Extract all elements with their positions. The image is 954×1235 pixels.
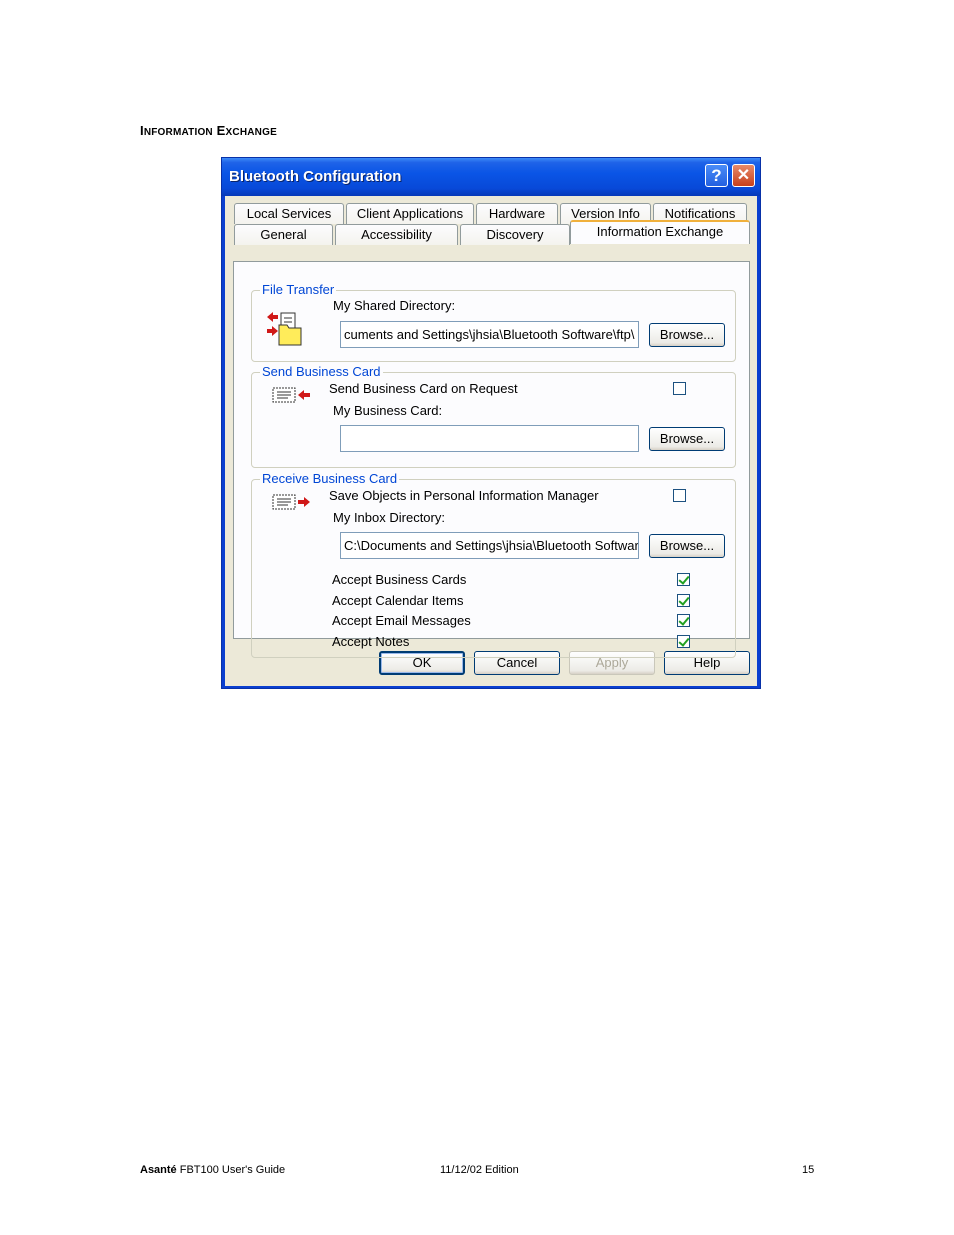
send-on-request-label: Send Business Card on Request (329, 381, 518, 396)
accept-email-messages-checkbox[interactable] (677, 614, 690, 627)
accept-calendar-items-checkbox[interactable] (677, 594, 690, 607)
title-bar[interactable]: Bluetooth Configuration ? ✕ (222, 158, 760, 196)
send-business-card-legend: Send Business Card (260, 364, 383, 379)
accept-business-cards-label: Accept Business Cards (332, 572, 467, 587)
my-business-card-label: My Business Card: (333, 403, 443, 418)
tab-accessibility[interactable]: Accessibility (335, 224, 458, 245)
help-icon[interactable]: ? (705, 164, 728, 187)
accept-notes-label: Accept Notes (332, 634, 410, 649)
inbox-directory-browse-button[interactable]: Browse... (649, 534, 725, 558)
business-card-browse-button[interactable]: Browse... (649, 427, 725, 451)
tab-local-services[interactable]: Local Services (234, 203, 344, 224)
bluetooth-configuration-dialog: Bluetooth Configuration ? ✕ Local Servic… (221, 157, 761, 689)
shared-directory-browse-button[interactable]: Browse... (649, 323, 725, 347)
file-transfer-group: File Transfer My Shared Directory: cumen… (251, 282, 736, 362)
footer-guide-title: FBT100 User's Guide (176, 1164, 286, 1176)
send-on-request-checkbox[interactable] (673, 382, 686, 395)
accept-notes-checkbox[interactable] (677, 635, 690, 648)
dialog-title: Bluetooth Configuration (229, 168, 402, 185)
tab-information-exchange[interactable]: Information Exchange (570, 220, 750, 244)
section-heading: INFORMATION EXCHANGE (140, 123, 277, 138)
footer-page-number: 15 (802, 1164, 815, 1176)
file-transfer-icon (267, 312, 302, 346)
tab-discovery[interactable]: Discovery (460, 224, 570, 245)
inbox-directory-input[interactable]: C:\Documents and Settings\jhsia\Bluetoot… (340, 532, 639, 559)
accept-business-cards-checkbox[interactable] (677, 573, 690, 586)
shared-directory-label: My Shared Directory: (333, 298, 456, 313)
dialog-client: Local Services Client Applications Hardw… (225, 196, 757, 686)
footer-brand: Asanté (140, 1164, 177, 1176)
receive-business-card-group: Receive Business Card Save Objects in Pe… (251, 471, 736, 658)
shared-directory-input[interactable]: cuments and Settings\jhsia\Bluetooth Sof… (340, 321, 639, 348)
send-business-card-icon (272, 387, 310, 403)
tab-panel: File Transfer My Shared Directory: cumen… (233, 261, 750, 658)
receive-business-card-icon (272, 494, 310, 510)
tab-hardware[interactable]: Hardware (476, 203, 558, 224)
close-icon[interactable]: ✕ (732, 164, 755, 187)
receive-business-card-legend: Receive Business Card (260, 471, 400, 486)
send-business-card-group: Send Business Card Send Business Card on… (251, 364, 736, 468)
footer-edition: 11/12/02 Edition (440, 1164, 519, 1176)
save-objects-pim-label: Save Objects in Personal Information Man… (329, 488, 599, 503)
tab-general[interactable]: General (234, 224, 333, 245)
file-transfer-legend: File Transfer (260, 282, 337, 297)
inbox-directory-label: My Inbox Directory: (333, 510, 445, 525)
my-business-card-input[interactable] (340, 425, 639, 452)
save-objects-pim-checkbox[interactable] (673, 489, 686, 502)
tab-client-applications[interactable]: Client Applications (346, 203, 474, 224)
accept-calendar-items-label: Accept Calendar Items (332, 593, 464, 608)
accept-email-messages-label: Accept Email Messages (332, 613, 471, 628)
footer-guide: Asanté FBT100 User's Guide (140, 1164, 285, 1176)
